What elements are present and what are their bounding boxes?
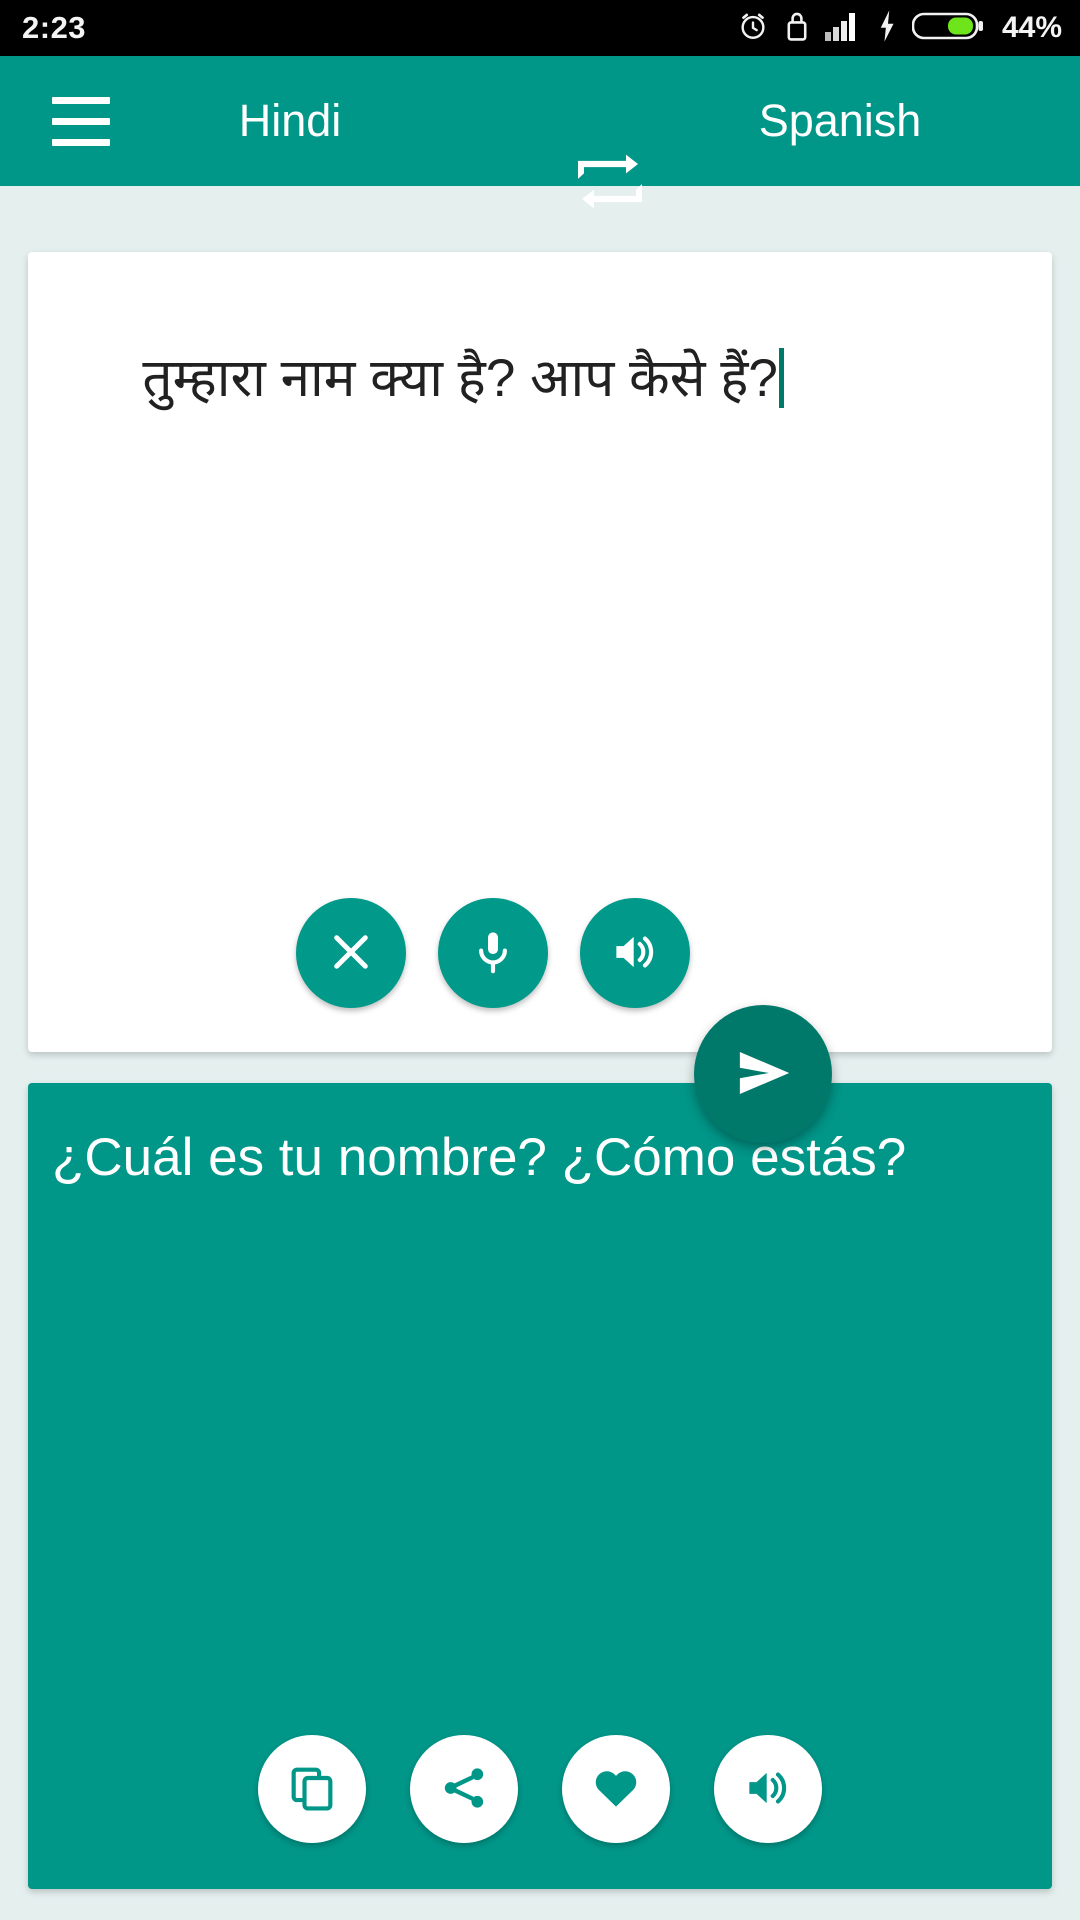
source-text-input[interactable]: तुम्हारा नाम क्या है? आप कैसे हैं? <box>54 280 1022 479</box>
send-arrow-icon <box>726 1036 800 1113</box>
share-button[interactable] <box>410 1735 518 1843</box>
source-action-row <box>28 898 1052 1008</box>
hamburger-line <box>52 117 110 125</box>
source-text-value: तुम्हारा नाम क्या है? आप कैसे हैं? <box>142 349 778 409</box>
hamburger-menu-icon[interactable] <box>52 84 136 158</box>
status-icons: 44% <box>736 9 1062 48</box>
battery-percent-label: 44% <box>1001 11 1062 44</box>
close-x-icon <box>325 926 377 981</box>
swap-languages-icon[interactable] <box>576 148 644 209</box>
alarm-icon <box>736 9 770 48</box>
heart-icon <box>590 1762 642 1817</box>
microphone-icon <box>468 927 518 980</box>
target-language-selector[interactable]: Spanish <box>700 95 980 147</box>
source-language-selector[interactable]: Hindi <box>180 95 400 147</box>
lock-icon <box>784 9 810 48</box>
volume-up-icon <box>609 926 661 981</box>
translator-app-screen: 2:23 44% Hindi Spanish तुम्हारा नाम क्या… <box>0 0 1080 1920</box>
app-toolbar: Hindi Spanish <box>0 56 1080 209</box>
translation-result-card[interactable]: ¿Cuál es tu nombre? ¿Cómo estás? <box>28 1083 1052 1889</box>
signal-bars-icon <box>824 10 862 47</box>
favorite-button[interactable] <box>562 1735 670 1843</box>
hamburger-line <box>52 138 110 146</box>
text-caret <box>778 348 784 409</box>
copy-button[interactable] <box>258 1735 366 1843</box>
share-icon <box>439 1763 489 1816</box>
translated-text: ¿Cuál es tu nombre? ¿Cómo estás? <box>52 1128 907 1187</box>
status-bar: 2:23 44% <box>0 0 1080 56</box>
charging-bolt-icon <box>876 9 898 48</box>
status-clock: 2:23 <box>22 10 87 45</box>
translation-action-row <box>28 1735 1052 1843</box>
speak-target-button[interactable] <box>714 1735 822 1843</box>
clear-button[interactable] <box>296 898 406 1008</box>
mic-button[interactable] <box>438 898 548 1008</box>
translate-send-button[interactable] <box>694 1005 832 1143</box>
hamburger-line <box>52 96 110 104</box>
source-text-card[interactable]: तुम्हारा नाम क्या है? आप कैसे हैं? <box>28 252 1052 1052</box>
battery-icon <box>911 9 984 48</box>
copy-icon <box>287 1763 337 1816</box>
volume-up-icon <box>742 1762 794 1817</box>
speak-source-button[interactable] <box>580 898 690 1008</box>
